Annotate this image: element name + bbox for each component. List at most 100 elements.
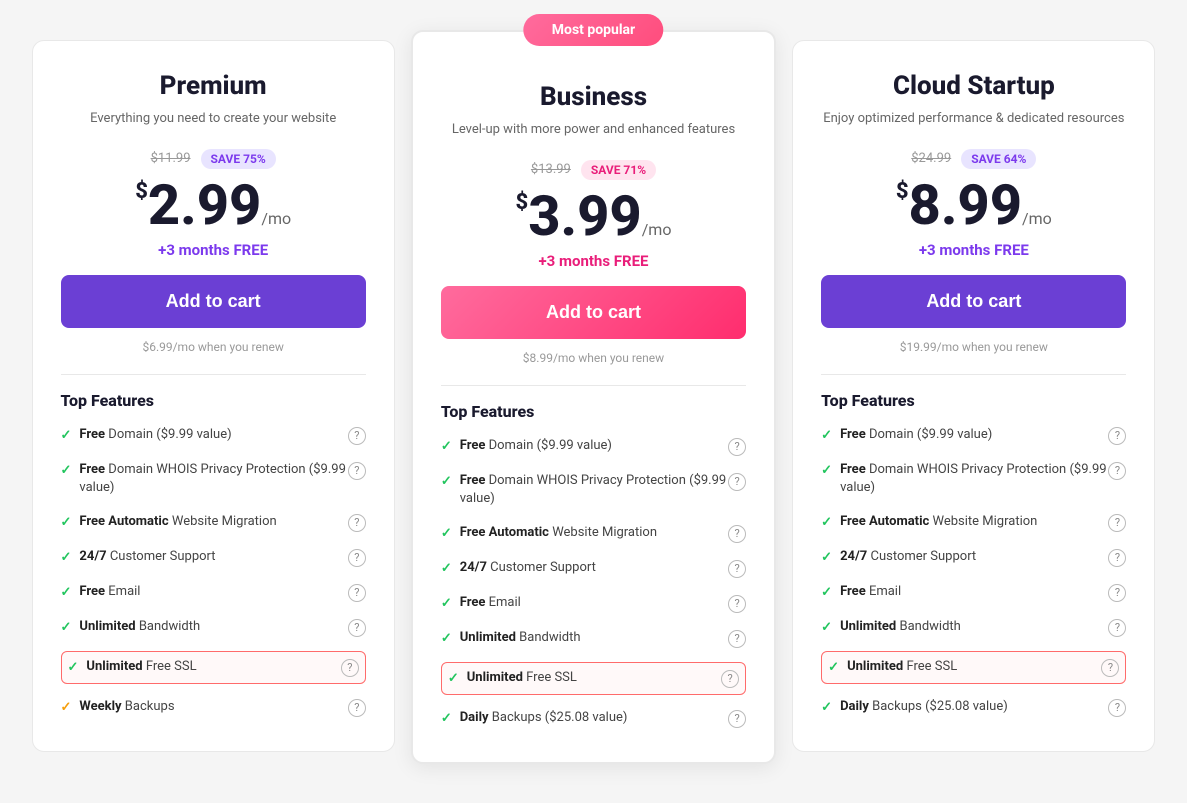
feature-item-business-1: ✓ Free Domain WHOIS Privacy Protection (…: [441, 470, 746, 510]
dollar-business: $: [516, 190, 529, 215]
info-icon-premium-7[interactable]: ?: [348, 699, 366, 717]
plan-name-cloud-startup: Cloud Startup: [821, 71, 1126, 101]
feature-item-cloud-startup-0: ✓ Free Domain ($9.99 value) ?: [821, 424, 1126, 447]
divider-cloud-startup: [821, 374, 1126, 375]
feature-item-premium-3: ✓ 24/7 Customer Support ?: [61, 546, 366, 569]
feature-text-premium-4: Free Email: [79, 583, 140, 601]
info-icon-premium-6[interactable]: ?: [341, 659, 359, 677]
feature-item-cloud-startup-6: ✓ Unlimited Free SSL ?: [821, 651, 1126, 684]
feature-text-premium-3: 24/7 Customer Support: [79, 548, 215, 566]
info-icon-business-6[interactable]: ?: [721, 670, 739, 688]
feature-left-premium-1: ✓ Free Domain WHOIS Privacy Protection (…: [61, 461, 348, 497]
feature-text-cloud-startup-1: Free Domain WHOIS Privacy Protection ($9…: [840, 461, 1108, 497]
feature-left-premium-7: ✓ Weekly Backups: [61, 698, 348, 716]
renew-price-business: $8.99/mo when you renew: [441, 351, 746, 365]
feature-item-business-6: ✓ Unlimited Free SSL ?: [441, 662, 746, 695]
feature-left-cloud-startup-1: ✓ Free Domain WHOIS Privacy Protection (…: [821, 461, 1108, 497]
feature-text-cloud-startup-6: Unlimited Free SSL: [847, 658, 957, 676]
most-popular-badge: Most popular: [524, 14, 663, 46]
feature-left-cloud-startup-4: ✓ Free Email: [821, 583, 1108, 601]
feature-text-business-0: Free Domain ($9.99 value): [460, 437, 612, 455]
feature-item-cloud-startup-4: ✓ Free Email ?: [821, 581, 1126, 604]
info-icon-premium-0[interactable]: ?: [348, 427, 366, 445]
renew-price-cloud-startup: $19.99/mo when you renew: [821, 340, 1126, 354]
checkmark-cloud-startup-1: ✓: [821, 463, 832, 478]
info-icon-premium-5[interactable]: ?: [348, 619, 366, 637]
feature-item-premium-0: ✓ Free Domain ($9.99 value) ?: [61, 424, 366, 447]
feature-left-business-5: ✓ Unlimited Bandwidth: [441, 629, 728, 647]
feature-left-premium-2: ✓ Free Automatic Website Migration: [61, 513, 348, 531]
free-months-cloud-startup: +3 months FREE: [821, 241, 1126, 259]
feature-text-business-5: Unlimited Bandwidth: [460, 629, 581, 647]
info-icon-cloud-startup-3[interactable]: ?: [1108, 549, 1126, 567]
feature-text-premium-5: Unlimited Bandwidth: [79, 618, 200, 636]
info-icon-cloud-startup-7[interactable]: ?: [1108, 699, 1126, 717]
info-icon-business-3[interactable]: ?: [728, 560, 746, 578]
checkmark-premium-0: ✓: [61, 428, 72, 443]
info-icon-cloud-startup-1[interactable]: ?: [1108, 462, 1126, 480]
feature-text-premium-0: Free Domain ($9.99 value): [79, 426, 231, 444]
feature-left-business-2: ✓ Free Automatic Website Migration: [441, 524, 728, 542]
add-to-cart-btn-cloud-startup[interactable]: Add to cart: [821, 275, 1126, 328]
info-icon-business-1[interactable]: ?: [728, 473, 746, 491]
feature-left-cloud-startup-6: ✓ Unlimited Free SSL: [828, 658, 1101, 676]
info-icon-premium-1[interactable]: ?: [348, 462, 366, 480]
info-icon-cloud-startup-6[interactable]: ?: [1101, 659, 1119, 677]
info-icon-business-7[interactable]: ?: [728, 710, 746, 728]
feature-item-premium-6: ✓ Unlimited Free SSL ?: [61, 651, 366, 684]
renew-price-premium: $6.99/mo when you renew: [61, 340, 366, 354]
feature-item-cloud-startup-2: ✓ Free Automatic Website Migration ?: [821, 511, 1126, 534]
feature-text-business-3: 24/7 Customer Support: [460, 559, 596, 577]
plan-name-premium: Premium: [61, 71, 366, 101]
feature-text-business-2: Free Automatic Website Migration: [460, 524, 657, 542]
feature-item-business-0: ✓ Free Domain ($9.99 value) ?: [441, 435, 746, 458]
add-to-cart-btn-premium[interactable]: Add to cart: [61, 275, 366, 328]
feature-text-business-1: Free Domain WHOIS Privacy Protection ($9…: [460, 472, 728, 508]
feature-text-business-4: Free Email: [460, 594, 521, 612]
feature-left-premium-5: ✓ Unlimited Bandwidth: [61, 618, 348, 636]
feature-left-cloud-startup-7: ✓ Daily Backups ($25.08 value): [821, 698, 1108, 716]
info-icon-cloud-startup-0[interactable]: ?: [1108, 427, 1126, 445]
info-icon-cloud-startup-2[interactable]: ?: [1108, 514, 1126, 532]
checkmark-premium-5: ✓: [61, 620, 72, 635]
info-icon-cloud-startup-4[interactable]: ?: [1108, 584, 1126, 602]
save-badge-business: SAVE 71%: [581, 160, 656, 180]
feature-item-cloud-startup-3: ✓ 24/7 Customer Support ?: [821, 546, 1126, 569]
info-icon-premium-3[interactable]: ?: [348, 549, 366, 567]
current-price-premium: $2.99/mo: [61, 177, 366, 233]
plan-desc-premium: Everything you need to create your websi…: [61, 109, 366, 129]
period-cloud-startup: /mo: [1022, 209, 1052, 228]
feature-item-business-2: ✓ Free Automatic Website Migration ?: [441, 522, 746, 545]
checkmark-cloud-startup-6: ✓: [828, 660, 839, 675]
checkmark-cloud-startup-3: ✓: [821, 550, 832, 565]
info-icon-business-4[interactable]: ?: [728, 595, 746, 613]
checkmark-business-5: ✓: [441, 631, 452, 646]
checkmark-business-3: ✓: [441, 561, 452, 576]
amount-cloud-startup: 8.99: [909, 172, 1022, 238]
checkmark-business-4: ✓: [441, 596, 452, 611]
info-icon-premium-2[interactable]: ?: [348, 514, 366, 532]
add-to-cart-btn-business[interactable]: Add to cart: [441, 286, 746, 339]
checkmark-premium-2: ✓: [61, 515, 72, 530]
feature-left-cloud-startup-0: ✓ Free Domain ($9.99 value): [821, 426, 1108, 444]
feature-item-business-7: ✓ Daily Backups ($25.08 value) ?: [441, 707, 746, 730]
feature-item-premium-5: ✓ Unlimited Bandwidth ?: [61, 616, 366, 639]
period-premium: /mo: [261, 209, 291, 228]
plan-name-business: Business: [441, 82, 746, 112]
checkmark-cloud-startup-0: ✓: [821, 428, 832, 443]
checkmark-premium-6: ✓: [68, 660, 79, 675]
feature-text-business-7: Daily Backups ($25.08 value): [460, 709, 628, 727]
feature-item-premium-7: ✓ Weekly Backups ?: [61, 696, 366, 719]
info-icon-business-0[interactable]: ?: [728, 438, 746, 456]
feature-text-cloud-startup-0: Free Domain ($9.99 value): [840, 426, 992, 444]
amount-premium: 2.99: [148, 172, 261, 238]
info-icon-premium-4[interactable]: ?: [348, 584, 366, 602]
feature-left-premium-4: ✓ Free Email: [61, 583, 348, 601]
checkmark-cloud-startup-2: ✓: [821, 515, 832, 530]
feature-text-business-6: Unlimited Free SSL: [467, 669, 577, 687]
top-features-title-cloud-startup: Top Features: [821, 391, 1126, 410]
info-icon-business-2[interactable]: ?: [728, 525, 746, 543]
info-icon-business-5[interactable]: ?: [728, 630, 746, 648]
checkmark-cloud-startup-5: ✓: [821, 620, 832, 635]
info-icon-cloud-startup-5[interactable]: ?: [1108, 619, 1126, 637]
